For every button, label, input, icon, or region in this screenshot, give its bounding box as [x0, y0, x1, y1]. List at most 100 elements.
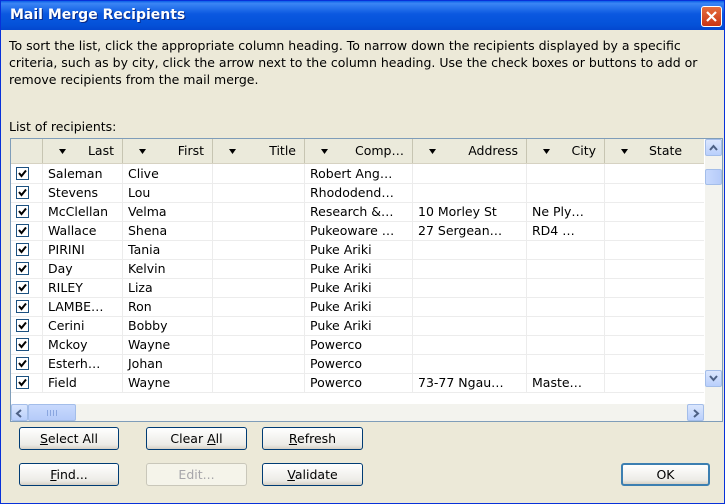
refresh-button[interactable]: Refresh — [262, 427, 363, 450]
column-header-checkbox[interactable] — [11, 139, 43, 163]
include-checkbox[interactable] — [16, 262, 29, 275]
column-label: Address — [468, 143, 518, 158]
cell-title — [213, 164, 305, 183]
column-label: Comp… — [355, 143, 404, 158]
column-label: City — [571, 143, 597, 158]
recipients-list[interactable]: Last First Title Comp… Address City Stat… — [10, 138, 723, 422]
filter-arrow-icon[interactable] — [317, 146, 332, 157]
include-cell — [11, 183, 43, 202]
cell-city — [527, 316, 605, 335]
include-cell — [11, 202, 43, 221]
cell-city — [527, 164, 605, 183]
table-row[interactable]: LAMBE… Ron Puke Ariki — [11, 297, 704, 317]
cell-company: Puke Ariki — [305, 259, 413, 278]
cell-title — [213, 335, 305, 354]
cell-title — [213, 183, 305, 202]
include-checkbox[interactable] — [16, 319, 29, 332]
recipient-rows: Saleman Clive Robert Ang… Stevens Lou Rhodode… — [11, 164, 704, 405]
cell-city — [527, 354, 605, 373]
horizontal-scrollbar[interactable] — [11, 404, 722, 421]
column-header-state[interactable]: State — [605, 139, 704, 163]
include-checkbox[interactable] — [16, 338, 29, 351]
button-accelerator: V — [287, 467, 295, 482]
scroll-down-button[interactable] — [705, 370, 722, 387]
table-row[interactable]: PIRINI Tania Puke Ariki — [11, 240, 704, 260]
column-header-city[interactable]: City — [527, 139, 605, 163]
select-all-button[interactable]: Select All — [19, 427, 119, 450]
cell-company: Puke Ariki — [305, 316, 413, 335]
include-checkbox[interactable] — [16, 243, 29, 256]
include-checkbox[interactable] — [16, 186, 29, 199]
column-header-title[interactable]: Title — [213, 139, 305, 163]
mail-merge-dialog: Mail Merge Recipients To sort the list, … — [0, 0, 725, 504]
checkmark-icon — [18, 359, 27, 368]
table-row[interactable]: Cerini Bobby Puke Ariki — [11, 316, 704, 336]
checkmark-icon — [18, 283, 27, 292]
filter-arrow-icon[interactable] — [135, 146, 150, 157]
cell-city — [527, 240, 605, 259]
cell-company: Research &… — [305, 202, 413, 221]
button-label-post: alidate — [294, 467, 338, 482]
checkmark-icon — [18, 340, 27, 349]
table-row[interactable]: McClellan Velma Research &… 10 Morley St Ne … — [11, 202, 704, 222]
cell-last: Saleman — [43, 164, 123, 183]
cell-last: Cerini — [43, 316, 123, 335]
table-row[interactable]: RILEY Liza Puke Ariki — [11, 278, 704, 298]
cell-state — [605, 354, 704, 373]
include-cell — [11, 335, 43, 354]
instructions-text: To sort the list, click the appropriate … — [9, 38, 698, 87]
include-checkbox[interactable] — [16, 300, 29, 313]
table-row[interactable]: Wallace Shena Pukeoware … 27 Sergean… RD4 … — [11, 221, 704, 241]
filter-arrow-icon[interactable] — [225, 146, 240, 157]
include-checkbox[interactable] — [16, 224, 29, 237]
vertical-scroll-thumb[interactable] — [705, 169, 722, 185]
ok-button[interactable]: OK — [621, 463, 710, 486]
cell-first: Shena — [123, 221, 213, 240]
column-header-company[interactable]: Comp… — [305, 139, 413, 163]
cell-first: Bobby — [123, 316, 213, 335]
table-row[interactable]: Esterh… Johan Powerco — [11, 354, 704, 374]
column-header-first[interactable]: First — [123, 139, 213, 163]
cell-title — [213, 259, 305, 278]
filter-arrow-icon[interactable] — [55, 146, 70, 157]
table-row[interactable]: Mckoy Wayne Powerco — [11, 335, 704, 355]
clear-all-button[interactable]: Clear All — [146, 427, 247, 450]
cell-city: Maste… — [527, 373, 605, 392]
filter-arrow-icon[interactable] — [425, 146, 440, 157]
table-row[interactable]: Saleman Clive Robert Ang… — [11, 164, 704, 184]
close-button[interactable] — [701, 6, 722, 27]
cell-company: Powerco — [305, 335, 413, 354]
column-header-last[interactable]: Last — [43, 139, 123, 163]
include-cell — [11, 316, 43, 335]
cell-first: Velma — [123, 202, 213, 221]
vertical-scrollbar[interactable] — [705, 139, 722, 404]
horizontal-scroll-thumb[interactable] — [28, 404, 76, 421]
filter-arrow-icon[interactable] — [617, 146, 632, 157]
include-checkbox[interactable] — [16, 281, 29, 294]
include-checkbox[interactable] — [16, 376, 29, 389]
scroll-up-button[interactable] — [705, 139, 722, 156]
scroll-right-button[interactable] — [687, 404, 704, 421]
find-button[interactable]: Find... — [19, 463, 119, 486]
checkmark-icon — [18, 264, 27, 273]
include-checkbox[interactable] — [16, 167, 29, 180]
scroll-left-button[interactable] — [11, 404, 28, 421]
include-cell — [11, 373, 43, 392]
cell-first: Lou — [123, 183, 213, 202]
cell-address — [413, 297, 527, 316]
title-bar[interactable]: Mail Merge Recipients — [1, 1, 724, 30]
checkmark-icon — [18, 378, 27, 387]
filter-arrow-icon[interactable] — [539, 146, 554, 157]
include-cell — [11, 221, 43, 240]
table-row[interactable]: Day Kelvin Puke Ariki — [11, 259, 704, 279]
table-row[interactable]: Field Wayne Powerco 73-77 Ngau… Maste… — [11, 373, 704, 393]
cell-state — [605, 335, 704, 354]
include-checkbox[interactable] — [16, 357, 29, 370]
table-row[interactable]: Stevens Lou Rhododend… — [11, 183, 704, 203]
edit-button[interactable]: Edit... — [146, 463, 247, 486]
button-accelerator: A — [207, 431, 216, 446]
validate-button[interactable]: Validate — [262, 463, 363, 486]
column-header-address[interactable]: Address — [413, 139, 527, 163]
cell-title — [213, 278, 305, 297]
include-checkbox[interactable] — [16, 205, 29, 218]
